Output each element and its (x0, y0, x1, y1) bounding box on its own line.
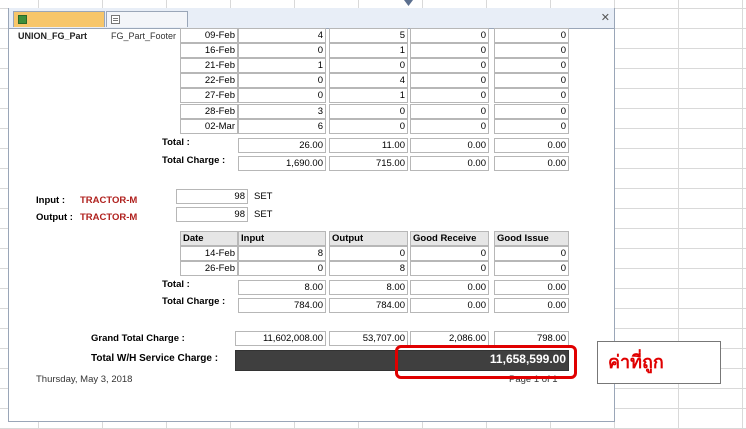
tab-fg-part-footer[interactable]: FG_Part_Footer (106, 11, 188, 41)
total-input-cell: 26.00 (238, 138, 326, 153)
header-good-receive: Good Receive (410, 231, 489, 246)
good-issue-cell: 0 (494, 43, 569, 58)
grand-good-issue-cell: 798.00 (494, 331, 569, 346)
output-cell: 0 (329, 119, 408, 134)
charge-good-receive-cell: 0.00 (410, 156, 489, 171)
date-cell: 21-Feb (180, 58, 238, 73)
total-good-issue-cell: 0.00 (494, 280, 569, 295)
total-output-cell: 11.00 (329, 138, 408, 153)
output-cell: 0 (329, 58, 408, 73)
output-cell: 1 (329, 88, 408, 103)
report-date: Thursday, May 3, 2018 (36, 374, 133, 385)
date-cell: 27-Feb (180, 88, 238, 103)
grand-output-cell: 53,707.00 (329, 331, 408, 346)
output-cell: 8 (329, 261, 408, 276)
good-receive-cell: 0 (410, 28, 489, 43)
date-cell: 14-Feb (180, 246, 238, 261)
input-cell: 0 (238, 73, 326, 88)
document-tab-bar: UNION_FG_Part FG_Part_Footer ✕ (9, 8, 614, 41)
total-label: Total : (162, 137, 190, 148)
good-receive-cell: 0 (410, 104, 489, 119)
good-receive-cell: 0 (410, 88, 489, 103)
tab-union-fg-part[interactable]: UNION_FG_Part (13, 11, 105, 41)
total-input-cell: 8.00 (238, 280, 326, 295)
good-issue-cell: 0 (494, 246, 569, 261)
charge-input-cell: 1,690.00 (238, 156, 326, 171)
input-cell: 1 (238, 58, 326, 73)
grand-good-receive-cell: 2,086.00 (410, 331, 489, 346)
header-output: Output (329, 231, 408, 246)
good-issue-cell: 0 (494, 28, 569, 43)
table-icon (18, 15, 27, 24)
good-issue-cell: 0 (494, 88, 569, 103)
good-issue-cell: 0 (494, 104, 569, 119)
output-cell: 5 (329, 28, 408, 43)
header-good-issue: Good Issue (494, 231, 569, 246)
date-cell: 22-Feb (180, 73, 238, 88)
total-output-cell: 8.00 (329, 280, 408, 295)
input-cell: 8 (238, 246, 326, 261)
total-good-issue-cell: 0.00 (494, 138, 569, 153)
tab-label: FG_Part_Footer (111, 31, 177, 41)
form-icon (111, 15, 120, 24)
header-input: Input (238, 231, 326, 246)
total-label: Total : (162, 279, 190, 290)
input-label: Input : (36, 195, 66, 206)
date-cell: 09-Feb (180, 28, 238, 43)
date-cell: 16-Feb (180, 43, 238, 58)
output-cell: 0 (329, 104, 408, 119)
input-cell: 3 (238, 104, 326, 119)
grand-total-label: Grand Total Charge : (91, 333, 185, 344)
output-label: Output : (36, 212, 73, 223)
good-receive-cell: 0 (410, 43, 489, 58)
date-cell: 28-Feb (180, 104, 238, 119)
charge-output-cell: 715.00 (329, 156, 408, 171)
good-issue-cell: 0 (494, 58, 569, 73)
input-cell: 0 (238, 43, 326, 58)
close-icon[interactable]: ✕ (601, 11, 610, 25)
good-receive-cell: 0 (410, 246, 489, 261)
total-good-receive-cell: 0.00 (410, 280, 489, 295)
part-name-input: TRACTOR-M (80, 195, 138, 206)
total-charge-label: Total Charge : (162, 296, 226, 307)
highlight-box (395, 345, 577, 379)
output-cell: 0 (329, 246, 408, 261)
output-cell: 1 (329, 43, 408, 58)
charge-good-issue-cell: 0.00 (494, 156, 569, 171)
good-issue-cell: 0 (494, 119, 569, 134)
charge-good-issue-cell: 0.00 (494, 298, 569, 313)
total-good-receive-cell: 0.00 (410, 138, 489, 153)
good-receive-cell: 0 (410, 73, 489, 88)
grand-input-cell: 11,602,008.00 (235, 331, 326, 346)
unit-label: SET (254, 209, 273, 220)
good-issue-cell: 0 (494, 73, 569, 88)
service-charge-label: Total W/H Service Charge : (91, 353, 219, 364)
input-cell: 4 (238, 28, 326, 43)
input-cell: 0 (238, 88, 326, 103)
good-receive-cell: 0 (410, 58, 489, 73)
charge-output-cell: 784.00 (329, 298, 408, 313)
part-name-output: TRACTOR-M (80, 212, 138, 223)
annotation-note: ค่าที่ถูก (597, 341, 721, 384)
output-cell: 4 (329, 73, 408, 88)
good-receive-cell: 0 (410, 261, 489, 276)
charge-input-cell: 784.00 (238, 298, 326, 313)
input-cell: 6 (238, 119, 326, 134)
total-charge-label: Total Charge : (162, 155, 226, 166)
date-cell: 26-Feb (180, 261, 238, 276)
header-date: Date (180, 231, 238, 246)
tab-label: UNION_FG_Part (18, 31, 88, 41)
good-receive-cell: 0 (410, 119, 489, 134)
unit-label: SET (254, 191, 273, 202)
charge-good-receive-cell: 0.00 (410, 298, 489, 313)
output-qty-cell: 98 (176, 207, 248, 222)
date-cell: 02-Mar (180, 119, 238, 134)
good-issue-cell: 0 (494, 261, 569, 276)
input-cell: 0 (238, 261, 326, 276)
input-qty-cell: 98 (176, 189, 248, 204)
